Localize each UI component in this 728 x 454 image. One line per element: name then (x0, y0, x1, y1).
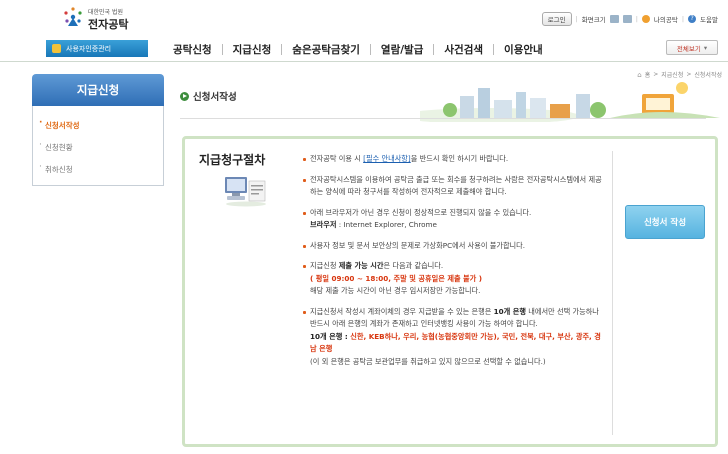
menu-hidden-deposit[interactable]: 숨은공탁금찾기 (282, 42, 370, 57)
court-emblem-icon (64, 7, 82, 26)
divider: | (575, 15, 578, 23)
menu-payment-apply[interactable]: 지급신청 (223, 42, 282, 57)
login-button[interactable]: 로그인 (541, 12, 572, 26)
procedure-panel: 지급청구절차 전자공탁 이용 시 [필수 안내사항]을 반드시 확인 하시기 바… (182, 136, 718, 447)
list-item: 전자공탁시스템을 이용하여 공탁금 출급 또는 회수를 청구하려는 사람은 전자… (303, 174, 607, 199)
bank-count-label: 10개 은행 (493, 306, 526, 316)
note-text: (이 외 은행은 공탁금 보관업무를 취급하고 있지 않으므로 선택할 수 없습… (310, 356, 546, 366)
note-text: 을 반드시 확인 하시기 바랍니다. (410, 154, 509, 163)
sidebar-item-withdraw[interactable]: 취하신청 (33, 162, 163, 186)
menu-deposit-apply[interactable]: 공탁신청 (163, 42, 222, 57)
zoom-out-icon[interactable] (622, 15, 632, 23)
page-title: 신청서작성 (180, 89, 237, 103)
note-text: 해당 제출 가능 시간이 아닌 경우 임시저장만 가능합니다. (310, 286, 481, 295)
help-link[interactable]: 도움말 (700, 14, 718, 24)
logo-title: 전자공탁 (88, 18, 129, 31)
note-text: 아래 브라우저가 아닌 경우 신청이 정상적으로 진행되지 않을 수 있습니다. (310, 207, 532, 217)
certificate-icon (52, 44, 61, 53)
note-text: 전자공탁시스템을 이용하여 공탁금 출급 또는 회수를 청구하려는 사람은 전자… (310, 174, 602, 197)
breadcrumb-sep: > (686, 71, 692, 78)
banks-label: 10개 은행 : (310, 331, 351, 341)
menu-guide[interactable]: 이용안내 (494, 42, 553, 57)
help-icon: ? (688, 15, 697, 23)
font-size-label: 화면크기 (581, 16, 606, 24)
menu-view-issue[interactable]: 열람/발급 (371, 42, 433, 57)
sidebar-title: 지급신청 (32, 74, 164, 106)
utility-bar: 로그인 | 화면크기 | 나의공탁 | ? 도움말 (541, 12, 718, 26)
top-menu: 공탁신청 지급신청 숨은공탁금찾기 열람/발급 사건검색 이용안내 (163, 42, 553, 57)
cert-manage-label: 사용자인증관리 (66, 44, 112, 53)
main-nav: 사용자인증관리 공탁신청 지급신청 숨은공탁금찾기 열람/발급 사건검색 이용안… (0, 36, 728, 62)
required-info-link[interactable]: [필수 안내사항] (363, 154, 411, 163)
menu-case-search[interactable]: 사건검색 (434, 42, 493, 57)
breadcrumb-section[interactable]: 지급신청 (661, 70, 683, 79)
zoom-in-icon[interactable] (609, 15, 619, 23)
all-view-label: 전체보기 (676, 44, 701, 53)
note-text: 은 다음과 같습니다. (383, 261, 444, 270)
note-text: 사용자 정보 및 문서 보안상의 문제로 가상화PC에서 사용이 불가합니다. (310, 240, 526, 250)
page-title-text: 신청서작성 (193, 92, 237, 103)
note-text: 지급신청서 작성시 계좌이체의 경우 지급받을 수 있는 은행은 (310, 306, 494, 316)
home-icon[interactable]: ⌂ (637, 71, 641, 79)
city-banner-illustration (420, 82, 720, 122)
browser-label: 브라우저 (310, 220, 337, 229)
procedure-title: 지급청구절차 (199, 153, 266, 167)
breadcrumb: ⌂ 홈 > 지급신청 > 신청서작성 (637, 70, 722, 80)
computer-document-icon (225, 177, 266, 207)
cert-manage-button[interactable]: 사용자인증관리 (46, 40, 148, 57)
bullet-arrow-icon (180, 91, 189, 101)
panel-divider (612, 151, 613, 435)
all-view-button[interactable]: 전체보기 ▾ (666, 40, 718, 55)
divider: | (681, 15, 685, 23)
submit-time-label: 제출 가능 시간 (338, 261, 384, 270)
title-divider (180, 118, 706, 119)
chevron-down-icon: ▾ (703, 43, 708, 52)
sidebar-menu: 신청서작성 신청현황 취하신청 (32, 106, 164, 186)
breadcrumb-home[interactable]: 홈 (645, 70, 651, 79)
breadcrumb-sep: > (653, 71, 659, 78)
note-text: 전자공탁 이용 시 (310, 154, 364, 163)
submit-hours: ( 평일 09:00 ~ 18:00, 주말 및 공휴일은 제출 불가 ) (310, 273, 483, 283)
procedure-notes: 전자공탁 이용 시 [필수 안내사항]을 반드시 확인 하시기 바랍니다. 전자… (303, 153, 607, 376)
logo-court-text: 대한민국 법원 (88, 9, 124, 16)
sidebar-item-write[interactable]: 신청서작성 (33, 118, 163, 142)
logo[interactable]: 대한민국 법원 전자공탁 (62, 4, 152, 32)
note-text: 지급신청 (310, 261, 339, 270)
list-item: 전자공탁 이용 시 [필수 안내사항]을 반드시 확인 하시기 바랍니다. (303, 153, 607, 166)
write-application-button[interactable]: 신청서 작성 (625, 205, 705, 239)
browser-value: : Internet Explorer, Chrome (336, 220, 437, 229)
list-item: 지급신청 제출 가능 시간은 다음과 같습니다. ( 평일 09:00 ~ 18… (303, 260, 607, 298)
sidebar-item-status[interactable]: 신청현황 (33, 140, 163, 164)
list-item: 사용자 정보 및 문서 보안상의 문제로 가상화PC에서 사용이 불가합니다. (303, 240, 607, 253)
list-item: 아래 브라우저가 아닌 경우 신청이 정상적으로 진행되지 않을 수 있습니다.… (303, 207, 607, 232)
divider: | (635, 15, 638, 23)
list-item: 지급신청서 작성시 계좌이체의 경우 지급받을 수 있는 은행은 10개 은행 … (303, 306, 607, 369)
breadcrumb-current: 신청서작성 (694, 72, 722, 79)
my-deposit-link[interactable]: 나의공탁 (654, 14, 678, 24)
user-icon (641, 15, 650, 23)
bank-list: 신한, KEB하나, 우리, 농협(농협중앙회만 가능), 국민, 전북, 대구… (310, 331, 601, 354)
